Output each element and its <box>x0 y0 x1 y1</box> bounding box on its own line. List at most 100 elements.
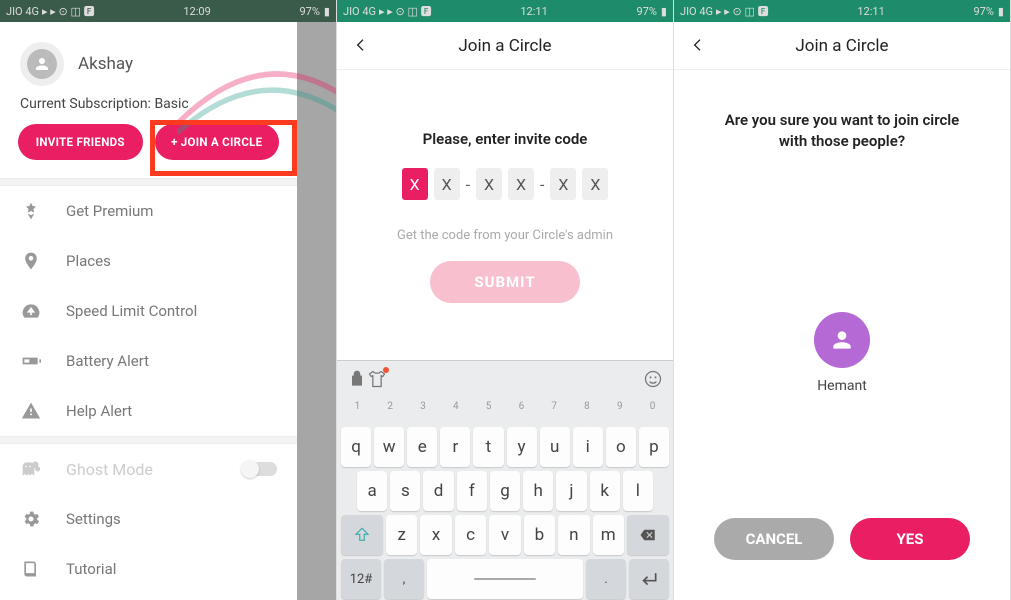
key-w[interactable]: w <box>374 427 404 467</box>
status-icons: ▸ ▸ ⊙ ◫ 🅵 <box>42 3 95 19</box>
key-o[interactable]: o <box>606 427 636 467</box>
key-t[interactable]: t <box>473 427 503 467</box>
key-backspace[interactable] <box>627 515 669 555</box>
hint: 9 <box>617 401 623 425</box>
code-box-5[interactable]: X <box>550 168 576 200</box>
keyboard-number-hints: 1 2 3 4 5 6 7 8 9 0 <box>337 401 673 425</box>
profile-name: Akshay <box>78 54 133 74</box>
key-m[interactable]: m <box>593 515 624 555</box>
hint: 6 <box>519 401 525 425</box>
key-comma[interactable]: , <box>384 559 424 599</box>
screen-menu: JIO 4G ▸ ▸ ⊙ ◫ 🅵 12:09 97% ▮ Akshay Curr… <box>0 0 337 600</box>
key-c[interactable]: c <box>455 515 486 555</box>
menu-item-ghost[interactable]: Ghost Mode <box>0 444 297 494</box>
status-time: 12:11 <box>520 5 547 18</box>
key-p[interactable]: p <box>639 427 669 467</box>
key-e[interactable]: e <box>407 427 437 467</box>
key-d[interactable]: d <box>423 471 453 511</box>
keyboard-row-4: 12# , . <box>337 557 673 600</box>
keyboard: 1 2 3 4 5 6 7 8 9 0 q w e r t y u i o p … <box>337 360 673 600</box>
code-box-4[interactable]: X <box>508 168 534 200</box>
hint: 8 <box>584 401 590 425</box>
key-shift[interactable] <box>341 515 383 555</box>
key-k[interactable]: k <box>590 471 620 511</box>
annotation-highlight <box>150 120 297 176</box>
code-input-row[interactable]: X X - X X - X X <box>337 168 673 200</box>
location-icon <box>20 250 42 272</box>
code-box-6[interactable]: X <box>582 168 608 200</box>
key-n[interactable]: n <box>558 515 589 555</box>
nav-header: Join a Circle <box>674 22 1010 70</box>
key-j[interactable]: j <box>556 471 586 511</box>
alert-icon <box>20 400 42 422</box>
person-avatar <box>814 312 870 368</box>
key-u[interactable]: u <box>540 427 570 467</box>
avatar[interactable] <box>20 42 64 86</box>
menu-item-speed[interactable]: Speed Limit Control <box>0 286 297 336</box>
backspace-icon <box>639 526 657 544</box>
key-f[interactable]: f <box>457 471 487 511</box>
keyboard-settings-icon[interactable] <box>347 369 367 393</box>
code-box-2[interactable]: X <box>434 168 460 200</box>
carrier-label: JIO 4G <box>343 5 376 18</box>
key-g[interactable]: g <box>490 471 520 511</box>
submit-button[interactable]: SUBMIT <box>430 261 580 303</box>
menu-item-help[interactable]: Help Alert <box>0 386 297 436</box>
menu-item-premium[interactable]: Get Premium <box>0 186 297 236</box>
menu-item-tutorial[interactable]: Tutorial <box>0 544 297 594</box>
key-l[interactable]: l <box>623 471 653 511</box>
key-i[interactable]: i <box>573 427 603 467</box>
hint: 3 <box>420 401 426 425</box>
person-card: Hemant <box>674 312 1010 394</box>
key-y[interactable]: y <box>507 427 537 467</box>
menu-label: Tutorial <box>66 560 116 578</box>
keyboard-row-2: a s d f g h j k l <box>337 469 673 513</box>
code-box-3[interactable]: X <box>476 168 502 200</box>
code-hint: Get the code from your Circle's admin <box>337 228 673 243</box>
key-space[interactable] <box>427 559 583 599</box>
screen-confirm: JIO 4G ▸ ▸ ⊙ ◫ 🅵 12:11 97% ▮ Join a Circ… <box>674 0 1011 600</box>
profile-section: Akshay <box>0 22 297 96</box>
dash: - <box>540 175 544 194</box>
key-period[interactable]: . <box>586 559 626 599</box>
status-icons: ▸ ▸ ⊙ ◫ 🅵 <box>716 3 769 19</box>
status-icons: ▸ ▸ ⊙ ◫ 🅵 <box>379 3 432 19</box>
badge-icon <box>20 200 42 222</box>
back-button[interactable] <box>353 36 369 58</box>
keyboard-tshirt-icon[interactable] <box>367 369 387 393</box>
cancel-button[interactable]: CANCEL <box>714 518 834 560</box>
confirm-text: Are you sure you want to join circle wit… <box>714 110 970 152</box>
key-x[interactable]: x <box>420 515 451 555</box>
yes-button[interactable]: YES <box>850 518 970 560</box>
menu-item-battery[interactable]: Battery Alert <box>0 336 297 386</box>
carrier-label: JIO 4G <box>680 5 713 18</box>
key-enter[interactable] <box>629 559 669 599</box>
key-v[interactable]: v <box>489 515 520 555</box>
key-h[interactable]: h <box>523 471 553 511</box>
code-box-1[interactable]: X <box>402 168 428 200</box>
menu-label: Ghost Mode <box>66 460 153 479</box>
menu-label: Settings <box>66 510 121 528</box>
back-button[interactable] <box>690 36 706 58</box>
key-a[interactable]: a <box>357 471 387 511</box>
person-icon <box>829 327 855 353</box>
menu-item-places[interactable]: Places <box>0 236 297 286</box>
key-r[interactable]: r <box>440 427 470 467</box>
shift-icon <box>353 526 371 544</box>
person-name: Hemant <box>674 378 1010 394</box>
ghost-toggle[interactable] <box>243 462 277 476</box>
battery-icon: ▮ <box>998 5 1004 18</box>
key-s[interactable]: s <box>390 471 420 511</box>
menu-item-settings[interactable]: Settings <box>0 494 297 544</box>
hint: 0 <box>650 401 656 425</box>
invite-friends-button[interactable]: INVITE FRIENDS <box>18 124 143 160</box>
keyboard-emoji-icon[interactable] <box>643 369 663 393</box>
key-mode[interactable]: 12# <box>341 559 381 599</box>
key-q[interactable]: q <box>341 427 371 467</box>
key-z[interactable]: z <box>386 515 417 555</box>
confirm-line-2: with those people? <box>779 132 905 150</box>
hint: 7 <box>551 401 557 425</box>
battery-icon: ▮ <box>324 5 330 18</box>
confirm-buttons: CANCEL YES <box>674 518 1010 560</box>
key-b[interactable]: b <box>524 515 555 555</box>
